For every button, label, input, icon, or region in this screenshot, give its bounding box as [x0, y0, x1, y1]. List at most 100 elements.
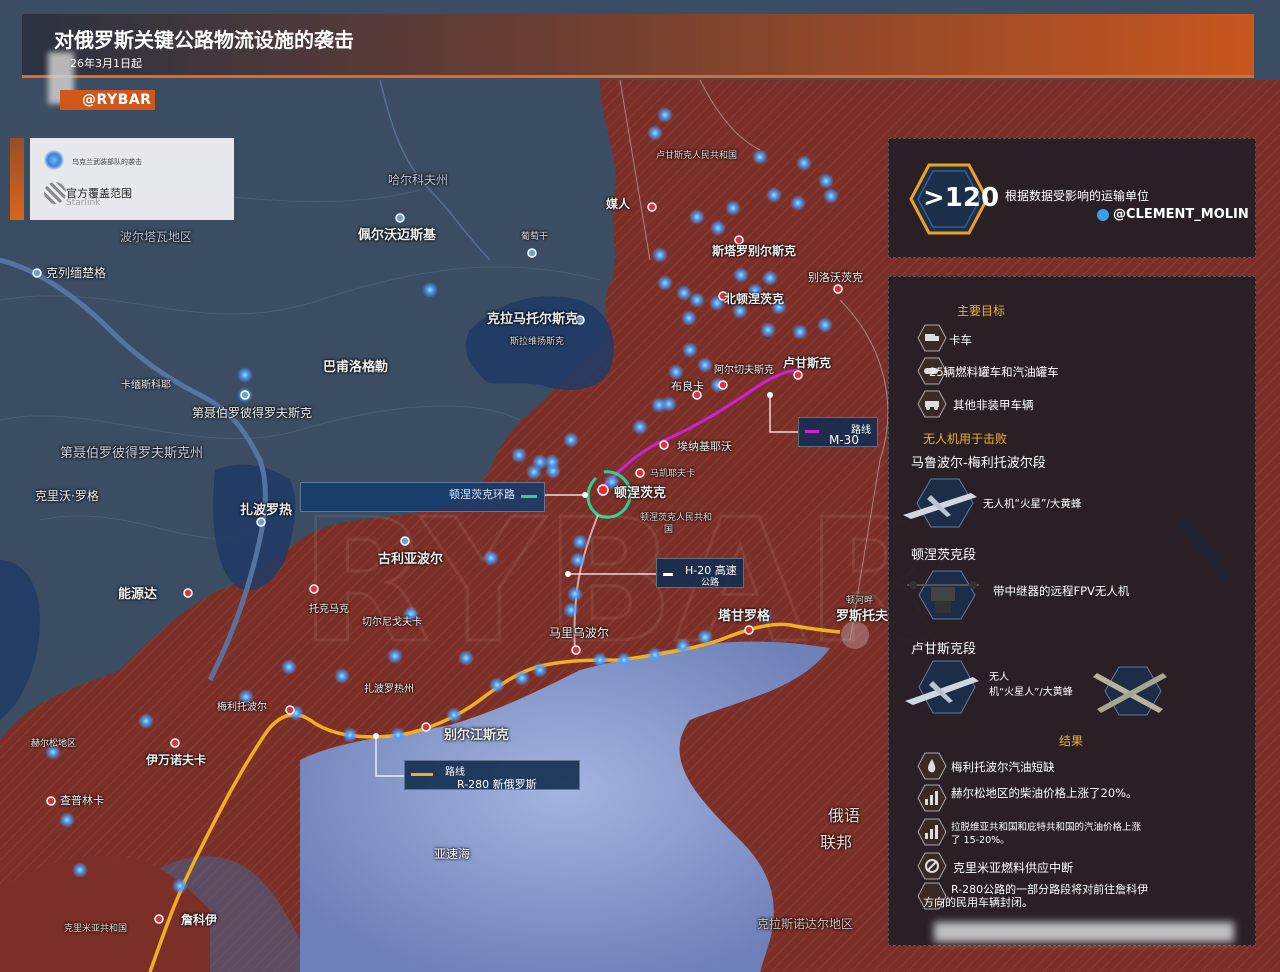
label-russia-line2: 联邦	[820, 833, 853, 852]
route-h20-swatch	[663, 573, 673, 576]
strike-marker	[733, 267, 749, 283]
drone-fire-point-icon	[903, 478, 977, 528]
header: 对俄罗斯关键公路物流设施的袭击 26年3月1日起 @RYBAR	[0, 0, 1280, 120]
strike-marker	[652, 247, 668, 263]
label-dzhankoi: 詹科伊	[181, 913, 218, 927]
strike-marker	[138, 713, 154, 729]
strike-marker	[689, 209, 705, 225]
label-alchevsk: 阿尔切夫斯克	[714, 365, 774, 376]
fuel-shortage-icon	[917, 752, 947, 780]
label-kamianske: 卡缅斯科耶	[121, 380, 171, 391]
sector-3-drone-b: 机“火星人”/大黄蜂	[989, 687, 1073, 698]
strike-marker	[697, 357, 713, 373]
label-chaplinka: 查普林卡	[60, 794, 104, 807]
callout-m30-name: M-30	[829, 433, 859, 447]
result-2: 赫尔松地区的柴油价格上涨了20%。	[951, 786, 1138, 800]
strike-marker	[817, 317, 833, 333]
stat-count: >120	[923, 183, 1000, 213]
city-pin-ivanovka	[170, 738, 180, 748]
label-pervomaisk: 佩尔沃迈斯基	[358, 228, 437, 243]
label-rostov-line2: 罗斯托夫	[836, 609, 889, 624]
strike-marker	[682, 342, 698, 358]
city-pin-belovodsk	[833, 284, 843, 294]
callout-r280: 路线 R-280 新俄罗斯	[404, 760, 580, 791]
label-kremenchuk: 克列缅楚格	[46, 266, 107, 280]
label-berdyansk: 别尔江斯克	[444, 728, 510, 743]
result-1: 梅利托波尔汽油短缺	[951, 760, 1055, 774]
label-azov-sea: 亚速海	[434, 847, 471, 861]
sector-1-drone: 无人机“火星”/大黄蜂	[983, 498, 1082, 510]
label-sloviansk: 斯拉维扬斯克	[510, 337, 565, 347]
strike-legend-icon	[44, 150, 64, 170]
label-mariupol: 马里乌波尔	[549, 626, 610, 640]
label-dpr-line2: 国	[664, 525, 674, 535]
strike-marker	[632, 419, 648, 435]
strike-marker	[545, 463, 561, 479]
strike-marker	[563, 432, 579, 448]
callout-donetsk-ring: 顿涅茨克环路	[300, 482, 545, 512]
coverage-legend-icon	[44, 182, 66, 204]
strike-marker	[796, 155, 812, 171]
strike-marker	[72, 862, 88, 878]
label-donetsk: 顿涅茨克	[614, 486, 667, 501]
author-handle: @CLEMENT_MOLIN	[1113, 207, 1249, 222]
strike-marker	[237, 367, 253, 383]
supply-disruption-icon	[917, 852, 947, 880]
blurred-watermark	[934, 922, 1234, 942]
city-pin-dnipro	[240, 390, 250, 400]
label-kharkiv-oblast: 哈尔科夫州	[388, 173, 449, 187]
city-pin-luhansk	[793, 370, 803, 380]
fpv-drone-icon	[907, 570, 979, 620]
city-pin-starobilsk	[734, 235, 744, 245]
city-pin-makeevka	[635, 468, 645, 478]
label-krasnodar: 克拉斯诺达尔地区	[757, 917, 854, 931]
result-4: 克里米亚燃料供应中断	[953, 861, 1074, 875]
stat-description: 根据数据受影响的运输单位	[1005, 189, 1150, 203]
city-pin-berdyansk	[421, 722, 431, 732]
sector-1-title: 马鲁波尔-梅利托波尔段	[911, 456, 1046, 471]
label-starobilsk: 斯塔罗别尔斯克	[712, 244, 797, 258]
label-dpr-line1: 顿涅茨克人民共和	[640, 513, 713, 523]
strike-marker	[760, 322, 776, 338]
stat-panel: >120 根据数据受影响的运输单位 @CLEMENT_MOLIN	[888, 138, 1256, 258]
strike-marker	[657, 275, 673, 291]
city-pin-kremenchuk	[32, 268, 42, 278]
truck-icon	[917, 324, 947, 352]
drones-title: 无人机用于击败	[923, 432, 1008, 446]
city-pin-dzhankoi	[154, 914, 164, 924]
legend: 乌克兰武装部队的袭击 官方覆盖范围 Starlink	[30, 138, 234, 220]
label-rostov-line1: 顿河畔	[846, 596, 874, 606]
label-yenakiieve: 埃纳基耶沃	[677, 440, 732, 453]
page-subtitle: 26年3月1日起	[70, 57, 142, 70]
city-pin-alchevsk	[718, 380, 728, 390]
vehicle-icon	[917, 390, 947, 418]
label-zaporizhzhia: 扎波罗热	[240, 503, 293, 518]
callout-h20: H-20 高速 公路	[656, 558, 744, 588]
strike-marker	[281, 659, 297, 675]
strike-marker	[792, 324, 808, 340]
label-kramatorsk: 克拉马托尔斯克	[487, 312, 579, 327]
strike-marker	[511, 447, 527, 463]
label-bryanka: 布良卡	[671, 380, 704, 393]
strike-marker	[59, 812, 75, 828]
label-zaporizhzhia-oblast: 扎波罗热州	[364, 684, 414, 695]
strike-marker	[710, 220, 726, 236]
label-pavlohrad: 巴甫洛格勒	[323, 360, 389, 375]
route-r280-swatch	[411, 773, 433, 776]
label-energodar: 能源达	[118, 587, 158, 602]
strike-marker	[725, 200, 741, 216]
city-pin-svatove	[647, 202, 657, 212]
strike-marker	[818, 173, 834, 189]
city-pin-energodar	[183, 588, 193, 598]
label-kryvyi-rih: 克里沃·罗格	[35, 489, 99, 503]
strike-marker	[172, 878, 188, 894]
strike-marker	[823, 188, 839, 204]
callout-h20-sub: 公路	[701, 578, 720, 588]
label-belovodsk: 别洛沃茨克	[808, 271, 863, 284]
label-dnipro-oblast: 第聂伯罗彼得罗夫斯克州	[60, 446, 204, 461]
info-panel: 主要目标 卡车 25辆燃料罐车和汽油罐车 其他非装甲车辆 无人机用于击败 马鲁波…	[888, 276, 1256, 946]
result-5b: 方向的民用车辆封闭。	[923, 896, 1033, 909]
strike-marker	[526, 464, 542, 480]
label-tokmak: 托克马克	[309, 604, 349, 615]
label-melitopol: 梅利托波尔	[217, 702, 267, 713]
